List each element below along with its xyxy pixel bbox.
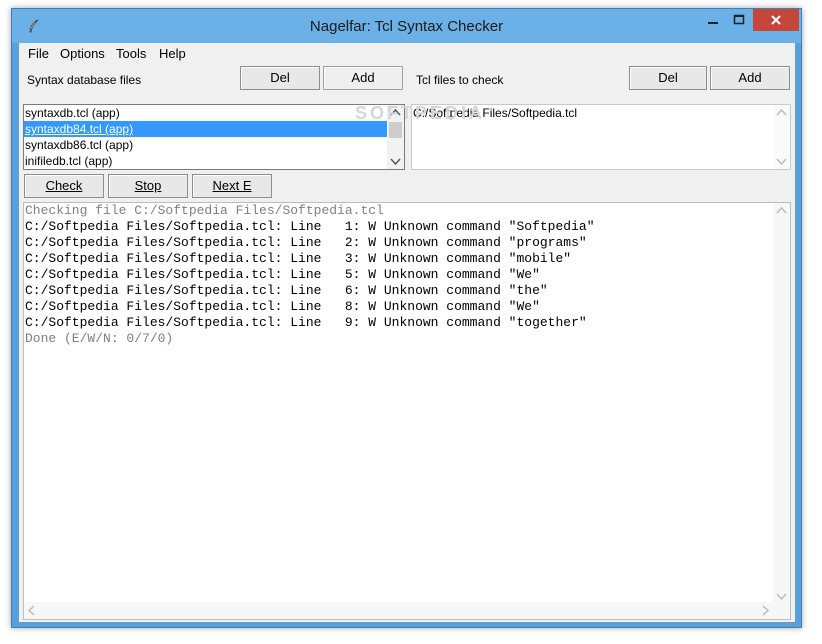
db-add-button[interactable]: Add: [323, 66, 403, 90]
output-line: C:/Softpedia Files/Softpedia.tcl: Line 1…: [25, 219, 595, 234]
close-button[interactable]: [753, 9, 799, 31]
output-line: C:/Softpedia Files/Softpedia.tcl: Line 9…: [25, 315, 587, 330]
scroll-down-icon[interactable]: [387, 153, 404, 169]
scroll-down-icon[interactable]: [773, 153, 790, 169]
output-line: C:/Softpedia Files/Softpedia.tcl: Line 8…: [25, 299, 540, 314]
title-bar[interactable]: Nagelfar: Tcl Syntax Checker: [12, 9, 801, 43]
files-add-button[interactable]: Add: [710, 66, 790, 90]
list-item[interactable]: syntaxdb84.tcl (app): [24, 121, 387, 137]
client-area: File Options Tools Help Syntax database …: [19, 43, 795, 622]
output-textarea[interactable]: Checking file C:/Softpedia Files/Softped…: [23, 202, 791, 620]
output-vertical-scrollbar[interactable]: [773, 203, 790, 604]
list-item[interactable]: inifiledb.tcl (app): [24, 153, 387, 169]
tcl-files-label: Tcl files to check: [416, 73, 504, 87]
scroll-right-icon[interactable]: [757, 602, 773, 619]
stop-label: Stop: [134, 178, 162, 193]
scroll-up-icon[interactable]: [773, 105, 790, 121]
output-line: C:/Softpedia Files/Softpedia.tcl: Line 2…: [25, 235, 587, 250]
maximize-button[interactable]: [726, 9, 752, 31]
list-item[interactable]: syntaxdb.tcl (app): [24, 105, 387, 121]
db-scroll-thumb[interactable]: [389, 122, 402, 138]
watermark: SOFTPEDIA: [355, 103, 486, 123]
syntax-db-listbox[interactable]: syntaxdb.tcl (app) syntaxdb84.tcl (app) sy…: [23, 104, 405, 170]
syntax-db-label: Syntax database files: [27, 73, 142, 87]
maximize-icon: [733, 14, 745, 25]
output-line: Checking file C:/Softpedia Files/Softped…: [25, 203, 384, 218]
output-horizontal-scrollbar[interactable]: [24, 602, 790, 619]
menu-file[interactable]: File: [28, 46, 49, 61]
output-line: C:/Softpedia Files/Softpedia.tcl: Line 6…: [25, 283, 548, 298]
close-icon: [771, 15, 781, 25]
next-error-button[interactable]: Next E: [192, 174, 272, 198]
files-vertical-scrollbar[interactable]: [773, 105, 790, 169]
menu-help[interactable]: Help: [159, 46, 186, 61]
check-label: Check: [45, 178, 83, 193]
stop-button[interactable]: Stop: [108, 174, 188, 198]
scroll-up-icon[interactable]: [773, 203, 790, 219]
files-del-button[interactable]: Del: [629, 66, 707, 90]
app-window: Nagelfar: Tcl Syntax Checker File Option…: [11, 8, 802, 628]
scroll-left-icon[interactable]: [24, 602, 40, 619]
minimize-icon: [708, 22, 718, 24]
menu-options[interactable]: Options: [60, 46, 105, 61]
window-title: Nagelfar: Tcl Syntax Checker: [309, 18, 504, 35]
menu-tools[interactable]: Tools: [116, 46, 146, 61]
minimize-button[interactable]: [700, 9, 726, 31]
output-line: Done (E/W/N: 0/7/0): [25, 331, 174, 346]
list-item[interactable]: syntaxdb86.tcl (app): [24, 137, 387, 153]
check-button[interactable]: Check: [24, 174, 104, 198]
output-line: C:/Softpedia Files/Softpedia.tcl: Line 3…: [25, 251, 572, 266]
next-label: Next E: [212, 178, 252, 193]
menu-bar: File Options Tools Help: [19, 43, 795, 63]
db-del-button[interactable]: Del: [240, 66, 320, 90]
output-line: C:/Softpedia Files/Softpedia.tcl: Line 5…: [25, 267, 540, 282]
